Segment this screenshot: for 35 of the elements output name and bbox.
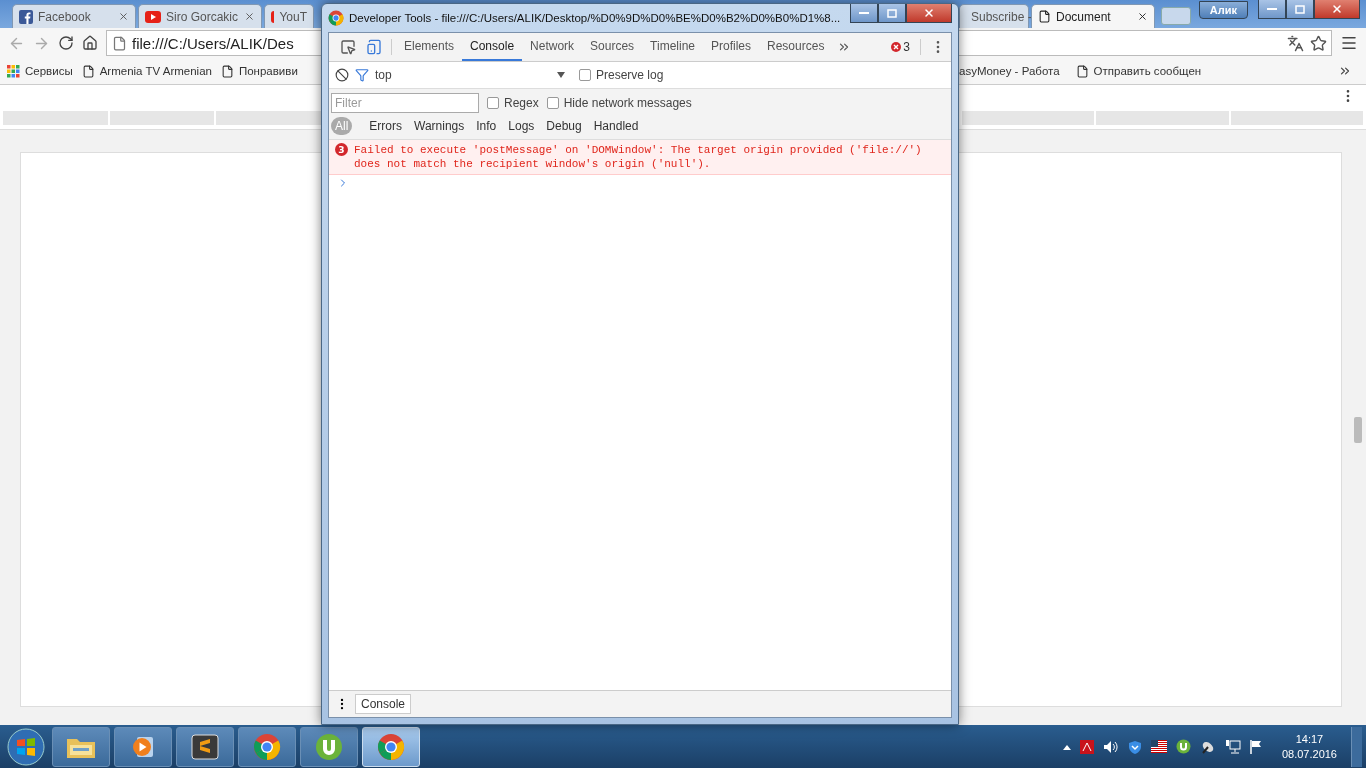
bookmark[interactable]: Сервисы [7,64,73,78]
error-count-badge: 3 [335,143,348,156]
browser-tab[interactable]: Subscribe - [959,4,1029,28]
level-filter[interactable]: Handled [589,117,643,135]
level-filter[interactable]: Logs [504,117,539,135]
browser-tab[interactable]: Document [1031,4,1155,28]
browser-tab[interactable]: Facebook [12,4,136,28]
regex-checkbox[interactable]: Regex [487,96,539,110]
hide-network-checkbox[interactable]: Hide network messages [546,96,692,110]
clock[interactable]: 14:17 08.07.2016 [1271,731,1347,762]
panel-tab[interactable]: Network [522,33,583,61]
error-count[interactable]: 3 [885,33,916,61]
context-select[interactable]: top [375,68,573,82]
browser-tab[interactable]: YouT [264,4,314,28]
bookmark[interactable]: Отправить сообщен [1075,64,1202,78]
bookmark[interactable]: Понравиви [220,64,298,78]
console-message: Failed to execute 'postMessage' on 'DOMWindow': The target origin provided ('file://') does not match the recipient window's origin ('null'). [354,143,923,171]
bookmark[interactable]: Armenia TV Armenian [81,64,212,78]
panel-tab[interactable]: Resources [759,33,833,61]
drawer-tab[interactable]: Console [355,694,412,714]
level-filter[interactable]: Debug [542,117,586,135]
panel-tab[interactable]: Timeline [642,33,703,61]
level-filter[interactable]: Info [472,117,501,135]
bookmark[interactable]: asyMoney - Работа [959,65,1060,77]
panel-tab[interactable]: Profiles [703,33,760,61]
panel-tab[interactable]: Console [462,33,523,61]
window-title: Developer Tools - file:///C:/Users/ALIK/Desktop/%D0%9D%D0%BE%D0%B2%D0%B0%D1%8... [349,12,842,24]
browser-tab[interactable]: Siro Gorcakic [138,4,262,28]
level-filter[interactable]: Errors [365,117,406,135]
filter-field[interactable]: Filter [331,93,479,113]
preserve-log-checkbox[interactable]: Preserve log [579,68,664,82]
panel-tab[interactable]: Sources [582,33,643,61]
level-filter[interactable]: Warnings [410,117,469,135]
address-field[interactable]: file:///C:/Users/ALIK/Des [106,30,321,56]
panel-tab[interactable]: Elements [396,33,463,61]
